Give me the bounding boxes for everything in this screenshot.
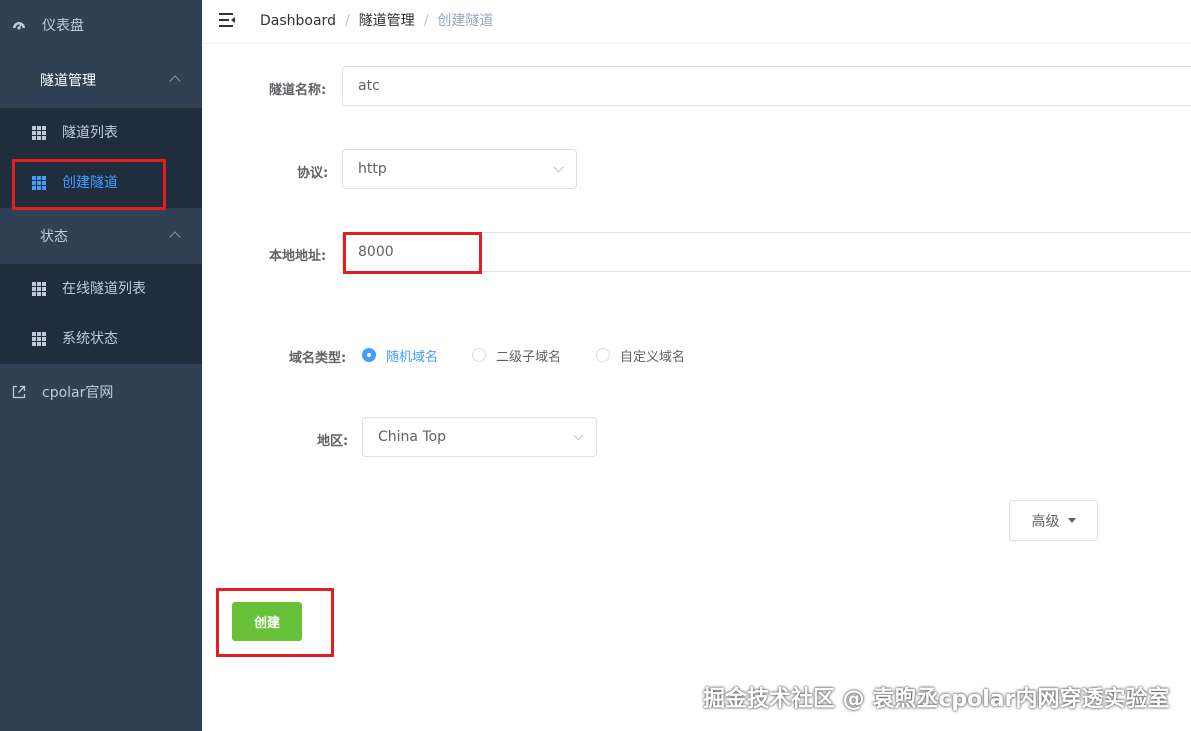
grid-icon xyxy=(32,126,46,140)
protocol-label: 协议: xyxy=(297,166,329,181)
region-label: 地区: xyxy=(317,434,349,449)
chevron-up-icon xyxy=(169,231,181,243)
sidebar-item-label: 状态 xyxy=(40,229,68,245)
sidebar-item-online-tunnels[interactable]: 在线隧道列表 xyxy=(0,264,202,314)
sidebar-item-label: 仪表盘 xyxy=(42,18,84,34)
tunnel-name-value: atc xyxy=(358,78,380,94)
create-button[interactable]: 创建 xyxy=(232,602,302,641)
watermark: 掘金技术社区 @ 袁煦丞cpolar内网穿透实验室 xyxy=(703,687,1170,712)
sidebar-item-label: 隧道管理 xyxy=(40,73,96,89)
tunnel-name-label: 隧道名称: xyxy=(269,83,327,98)
caret-down-icon xyxy=(1067,518,1076,523)
radio-unchecked-icon xyxy=(596,348,610,362)
sidebar-item-tunnel-management[interactable]: 隧道管理 xyxy=(0,55,202,107)
breadcrumb-item-tunnel-management[interactable]: 隧道管理 xyxy=(359,13,415,29)
sidebar-item-system-status[interactable]: 系统状态 xyxy=(0,314,202,364)
region-select[interactable]: China Top xyxy=(362,417,597,457)
radio-random-domain[interactable]: 随机域名 xyxy=(362,347,439,365)
grid-icon xyxy=(32,332,46,346)
chevron-down-icon xyxy=(573,430,584,441)
sidebar-item-label: 系统状态 xyxy=(62,331,118,347)
submenu-tunnel-management: 隧道列表 创建隧道 xyxy=(0,108,202,208)
breadcrumb-item-current: 创建隧道 xyxy=(437,13,494,29)
radio-custom-domain[interactable]: 自定义域名 xyxy=(596,347,686,365)
domain-type-label: 域名类型: xyxy=(289,351,347,366)
sidebar-item-label: 隧道列表 xyxy=(62,125,118,141)
circle-icon xyxy=(11,228,27,244)
sidebar: 仪表盘 隧道管理 隧道列表 创建隧道 状态 在线隧道列表 系统状态 cpolar… xyxy=(0,0,202,731)
sidebar-item-label: 在线隧道列表 xyxy=(62,281,146,297)
radio-label: 随机域名 xyxy=(386,349,439,365)
sidebar-item-cpolar-website[interactable]: cpolar官网 xyxy=(0,367,202,419)
sidebar-item-label: 创建隧道 xyxy=(62,175,118,191)
local-address-value: 8000 xyxy=(358,244,394,260)
sidebar-item-label: cpolar官网 xyxy=(42,385,114,401)
breadcrumb-separator: / xyxy=(344,13,350,29)
sidebar-item-dashboard[interactable]: 仪表盘 xyxy=(0,0,202,52)
sidebar-item-tunnel-list[interactable]: 隧道列表 xyxy=(0,108,202,158)
radio-subdomain[interactable]: 二级子域名 xyxy=(472,347,562,365)
navbar: Dashboard / 隧道管理 / 创建隧道 xyxy=(202,0,1191,44)
breadcrumb: Dashboard / 隧道管理 / 创建隧道 xyxy=(260,0,493,42)
menu-fold-icon[interactable] xyxy=(219,13,236,27)
advanced-dropdown-button[interactable]: 高级 xyxy=(1009,500,1098,541)
grid-icon xyxy=(32,176,46,190)
protocol-select[interactable]: http xyxy=(342,149,577,189)
local-address-input[interactable]: 8000 xyxy=(342,232,1191,272)
breadcrumb-separator: / xyxy=(423,13,429,29)
region-value: China Top xyxy=(378,429,447,445)
radio-label: 自定义域名 xyxy=(620,349,686,365)
advanced-label: 高级 xyxy=(1031,513,1060,530)
create-label: 创建 xyxy=(253,616,280,631)
chevron-down-icon xyxy=(553,162,564,173)
radio-label: 二级子域名 xyxy=(496,349,562,365)
local-address-label: 本地地址: xyxy=(269,249,327,264)
dashboard-icon xyxy=(11,17,27,33)
radio-checked-icon xyxy=(362,348,376,362)
grid-icon xyxy=(32,282,46,296)
tunnel-name-input[interactable]: atc xyxy=(342,66,1191,106)
breadcrumb-item-dashboard[interactable]: Dashboard xyxy=(260,13,336,29)
external-link-icon xyxy=(11,384,27,400)
circle-icon xyxy=(11,72,27,88)
protocol-value: http xyxy=(358,161,387,177)
submenu-status: 在线隧道列表 系统状态 xyxy=(0,264,202,364)
sidebar-item-create-tunnel[interactable]: 创建隧道 xyxy=(0,158,202,208)
chevron-up-icon xyxy=(169,75,181,87)
radio-unchecked-icon xyxy=(472,348,486,362)
sidebar-item-status[interactable]: 状态 xyxy=(0,211,202,263)
